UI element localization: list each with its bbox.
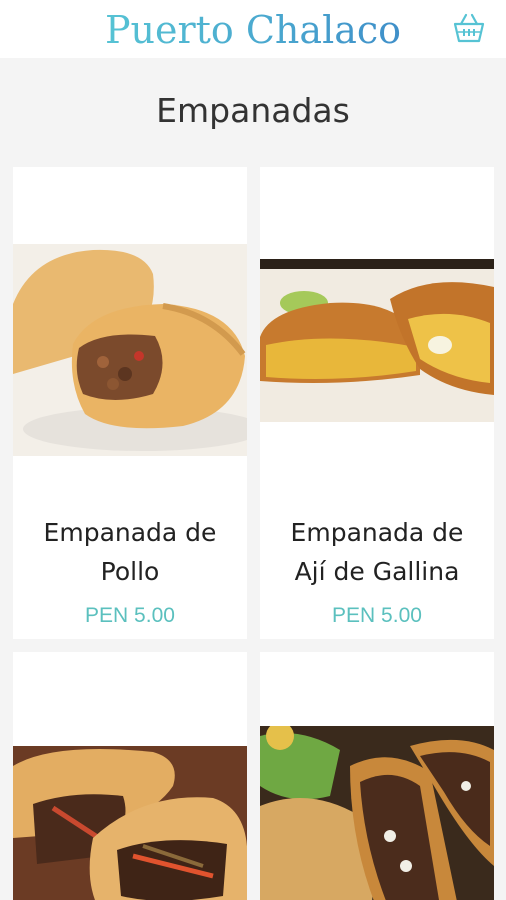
product-card-4[interactable] (260, 652, 494, 900)
product-name-line2: Ají de Gallina (294, 557, 460, 586)
empanada-de-aji-de-gallina-photo[interactable] (260, 259, 494, 422)
empanada-lomo-saltado-photo[interactable] (13, 746, 247, 900)
product-price: PEN 5.00 (332, 604, 422, 627)
empanada-de-pollo-photo[interactable] (13, 244, 247, 456)
product-name-line2: Pollo (100, 557, 160, 586)
app-bar: Puerto Chalaco (0, 0, 506, 58)
shopping-basket-icon[interactable] (452, 12, 486, 46)
product-name[interactable]: Empanada de Ají de Gallina (260, 513, 494, 591)
product-price: PEN 5.00 (85, 604, 175, 627)
product-name-line1: Empanada de (290, 518, 464, 547)
empanada-carne-photo[interactable] (260, 726, 494, 900)
product-name-line1: Empanada de (43, 518, 217, 547)
product-name[interactable]: Empanada de Pollo (13, 513, 247, 591)
section-title: Empanadas (156, 91, 350, 130)
product-card-empanada-de-aji-de-gallina[interactable]: Empanada de Ají de Gallina PEN 5.00 (260, 167, 494, 639)
product-card-empanada-de-pollo[interactable]: Empanada de Pollo PEN 5.00 (13, 167, 247, 639)
product-card-3[interactable] (13, 652, 247, 900)
brand-logo[interactable]: Puerto Chalaco (0, 6, 506, 54)
brand-title: Puerto Chalaco (104, 8, 402, 52)
